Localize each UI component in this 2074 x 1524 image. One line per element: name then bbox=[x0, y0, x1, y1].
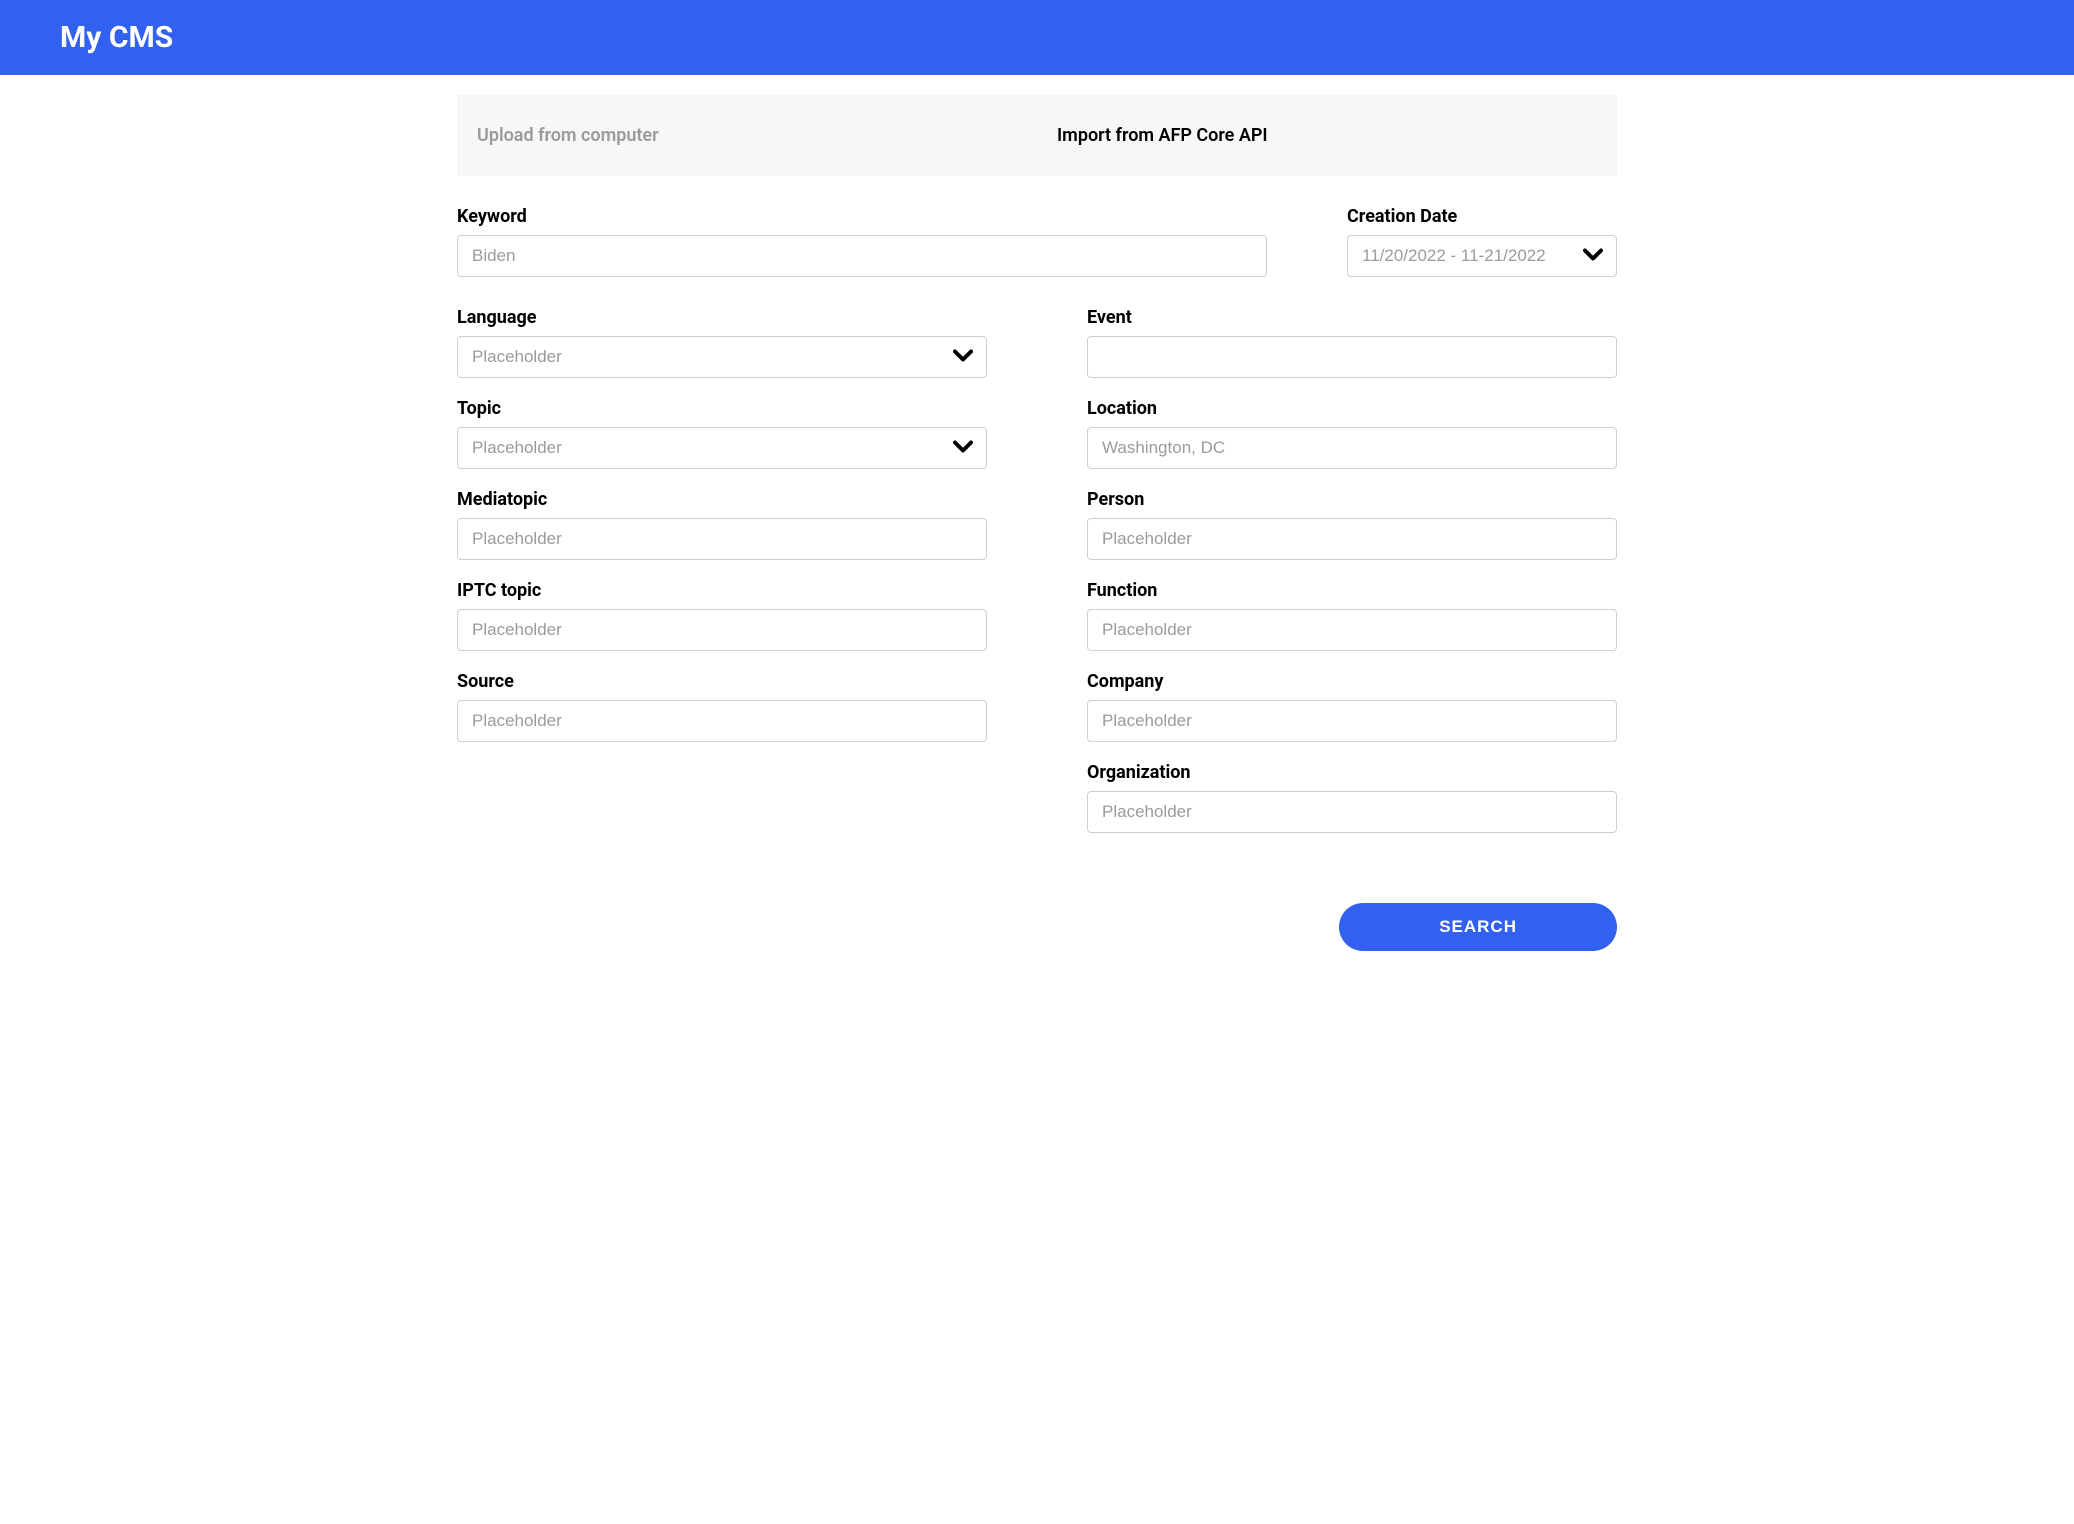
keyword-input[interactable] bbox=[457, 235, 1267, 277]
source-input[interactable] bbox=[457, 700, 987, 742]
company-input[interactable] bbox=[1087, 700, 1617, 742]
language-label: Language bbox=[457, 307, 987, 328]
organization-field-group: Organization bbox=[1087, 762, 1617, 833]
app-title: My CMS bbox=[60, 20, 2014, 55]
creation-date-label: Creation Date bbox=[1347, 206, 1617, 227]
location-field-group: Location bbox=[1087, 398, 1617, 469]
location-input[interactable] bbox=[1087, 427, 1617, 469]
source-label: Source bbox=[457, 671, 987, 692]
search-button[interactable]: SEARCH bbox=[1339, 903, 1617, 951]
function-field-group: Function bbox=[1087, 580, 1617, 651]
tab-import[interactable]: Import from AFP Core API bbox=[1037, 95, 1617, 176]
event-field-group: Event bbox=[1087, 307, 1617, 378]
topic-field-group: Topic bbox=[457, 398, 987, 469]
search-form: Keyword Creation Date Language bbox=[457, 176, 1617, 1021]
language-field-group: Language bbox=[457, 307, 987, 378]
creation-date-input[interactable] bbox=[1347, 235, 1617, 277]
language-select[interactable] bbox=[457, 336, 987, 378]
mediatopic-label: Mediatopic bbox=[457, 489, 987, 510]
function-input[interactable] bbox=[1087, 609, 1617, 651]
event-label: Event bbox=[1087, 307, 1617, 328]
tab-upload[interactable]: Upload from computer bbox=[457, 95, 1037, 176]
main-container: Upload from computer Import from AFP Cor… bbox=[437, 95, 1637, 1021]
event-input[interactable] bbox=[1087, 336, 1617, 378]
topic-select[interactable] bbox=[457, 427, 987, 469]
keyword-label: Keyword bbox=[457, 206, 1267, 227]
iptc-topic-field-group: IPTC topic bbox=[457, 580, 987, 651]
organization-input[interactable] bbox=[1087, 791, 1617, 833]
company-field-group: Company bbox=[1087, 671, 1617, 742]
app-header: My CMS bbox=[0, 0, 2074, 75]
mediatopic-field-group: Mediatopic bbox=[457, 489, 987, 560]
top-row: Keyword Creation Date bbox=[457, 206, 1617, 277]
organization-label: Organization bbox=[1087, 762, 1617, 783]
location-label: Location bbox=[1087, 398, 1617, 419]
source-field-group: Source bbox=[457, 671, 987, 742]
form-columns: Language Topic bbox=[457, 307, 1617, 833]
person-label: Person bbox=[1087, 489, 1617, 510]
creation-date-field-group: Creation Date bbox=[1347, 206, 1617, 277]
keyword-field-group: Keyword bbox=[457, 206, 1267, 277]
topic-label: Topic bbox=[457, 398, 987, 419]
right-column: Event Location Person bbox=[1087, 307, 1617, 833]
person-field-group: Person bbox=[1087, 489, 1617, 560]
person-input[interactable] bbox=[1087, 518, 1617, 560]
company-label: Company bbox=[1087, 671, 1617, 692]
search-button-row: SEARCH bbox=[457, 903, 1617, 991]
function-label: Function bbox=[1087, 580, 1617, 601]
tab-bar: Upload from computer Import from AFP Cor… bbox=[457, 95, 1617, 176]
mediatopic-input[interactable] bbox=[457, 518, 987, 560]
left-column: Language Topic bbox=[457, 307, 987, 833]
iptc-topic-input[interactable] bbox=[457, 609, 987, 651]
iptc-topic-label: IPTC topic bbox=[457, 580, 987, 601]
